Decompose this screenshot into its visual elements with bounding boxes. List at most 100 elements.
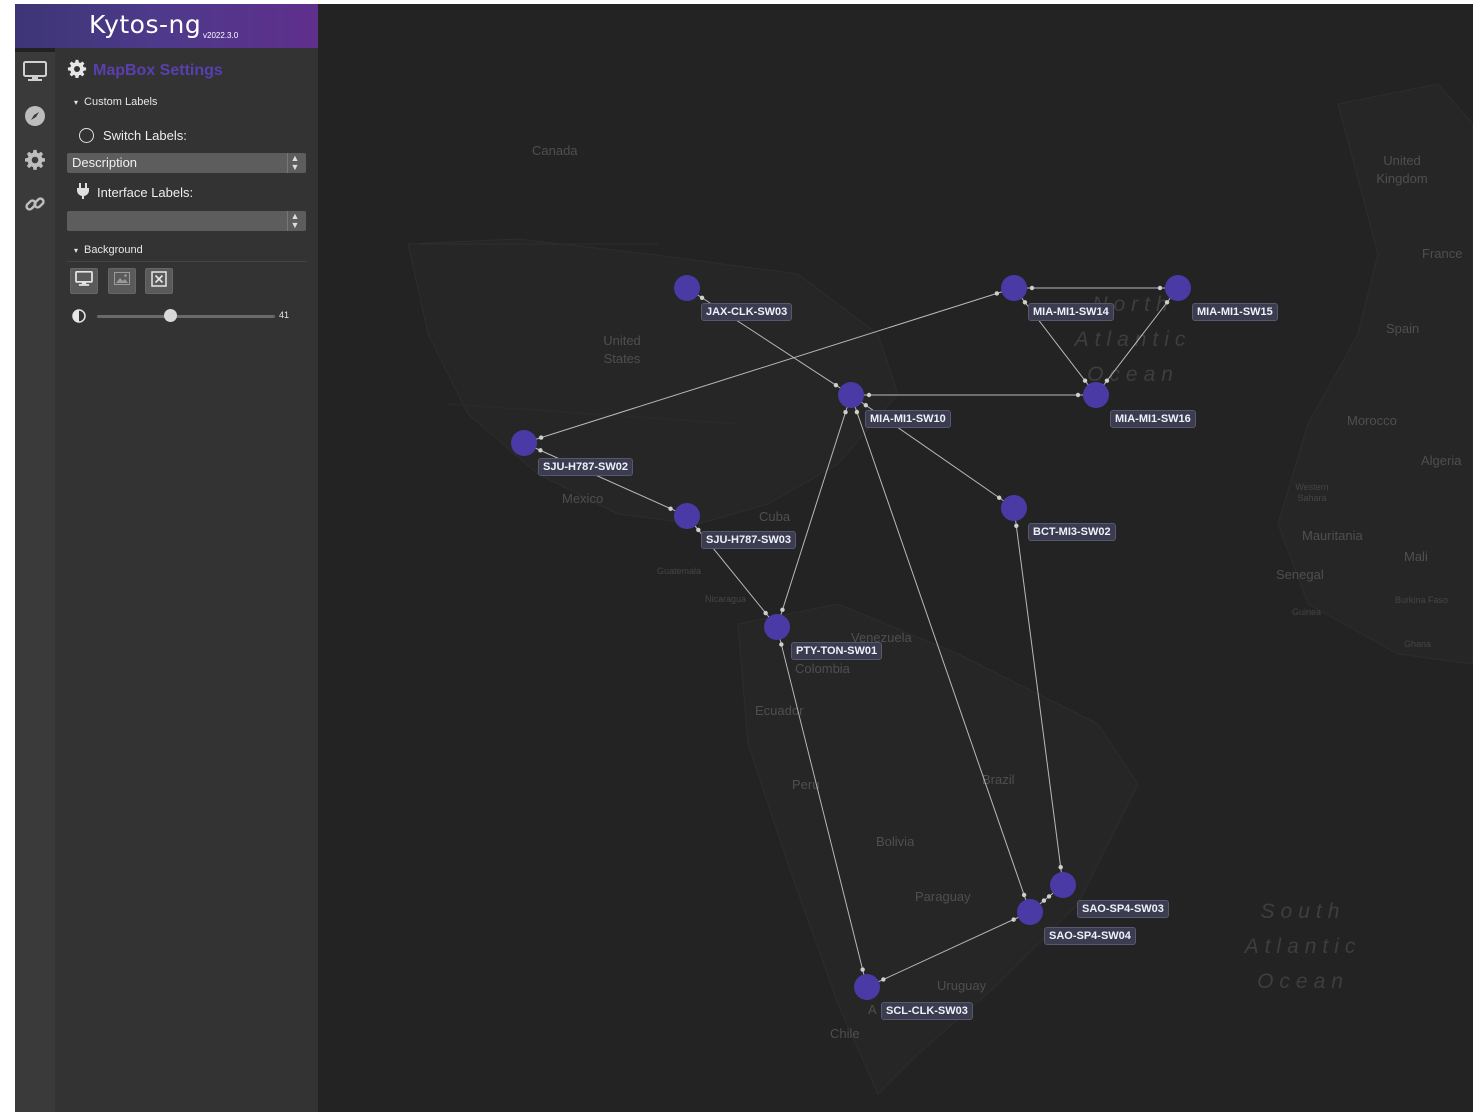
interface-dot[interactable] (1058, 864, 1063, 870)
panel-title: MapBox Settings (93, 62, 223, 79)
interface-dot[interactable] (843, 409, 848, 415)
custom-labels-toggle[interactable]: ▾ Custom Labels (74, 94, 157, 110)
background-image-button[interactable] (108, 268, 136, 294)
compass-icon[interactable] (15, 98, 55, 134)
interface-dot[interactable] (1046, 894, 1052, 899)
switch-label[interactable]: MIA-MI1-SW10 (865, 410, 951, 428)
switch-node[interactable] (511, 430, 537, 456)
link-line[interactable] (776, 626, 868, 988)
background-clear-button[interactable] (145, 268, 173, 294)
interface-dot[interactable] (881, 977, 886, 982)
switch-labels-row: Switch Labels: (79, 125, 187, 145)
interface-dot[interactable] (833, 382, 839, 388)
opacity-slider-handle[interactable] (163, 309, 177, 322)
interface-dot[interactable] (854, 409, 860, 415)
app-window: Kytos-ng v2022.3.0 MapBox Settings ▾ Cus… (15, 4, 1473, 1112)
desktop-icon[interactable] (15, 54, 55, 90)
interface-dot[interactable] (994, 291, 1000, 296)
switch-label[interactable]: JAX-CLK-SW03 (701, 303, 793, 321)
interface-labels-label: Interface Labels: (97, 184, 194, 200)
switch-label[interactable]: MIA-MI1-SW16 (1110, 410, 1196, 428)
background-toggle[interactable]: ▾ Background (74, 242, 143, 258)
switch-label[interactable]: BCT-MI3-SW02 (1028, 523, 1116, 541)
circle-icon (79, 127, 94, 143)
interface-dot[interactable] (1022, 300, 1028, 305)
interface-dot[interactable] (696, 527, 701, 533)
caret-down-icon: ▾ (74, 245, 79, 255)
switch-label[interactable]: MIA-MI1-SW14 (1028, 303, 1114, 321)
interface-dot[interactable] (538, 448, 543, 453)
caret-down-icon: ▾ (74, 97, 79, 107)
link-line[interactable] (1013, 507, 1064, 886)
section-divider (67, 261, 307, 262)
switch-node[interactable] (1001, 495, 1027, 521)
interface-dot[interactable] (1014, 523, 1019, 529)
icon-bar (15, 52, 55, 1112)
switch-node[interactable] (1083, 382, 1109, 408)
settings-panel: MapBox Settings ▾ Custom Labels Switch L… (55, 48, 318, 1112)
interface-labels-row: Interface Labels: (77, 182, 193, 202)
switch-node[interactable] (1165, 275, 1191, 301)
switch-node[interactable] (838, 382, 864, 408)
switch-node[interactable] (674, 275, 700, 301)
panel-header: MapBox Settings (67, 59, 223, 84)
select-arrows-icon: ▲ ▼ (287, 211, 302, 231)
interface-dot[interactable] (538, 435, 544, 440)
switch-node[interactable] (1001, 275, 1027, 301)
switch-label[interactable]: SAO-SP4-SW03 (1077, 900, 1169, 918)
plug-icon (77, 182, 89, 202)
gear-icon (67, 59, 87, 84)
background-desktop-button[interactable] (70, 268, 98, 294)
switch-label[interactable]: PTY-TON-SW01 (791, 642, 883, 660)
interface-dot[interactable] (1164, 300, 1170, 305)
interface-dot[interactable] (863, 403, 868, 408)
switch-node[interactable] (1017, 899, 1043, 925)
links-layer (523, 285, 1179, 988)
interface-dot[interactable] (1075, 392, 1081, 398)
switch-label[interactable]: SCL-CLK-SW03 (881, 1002, 973, 1020)
version-label: v2022.3.0 (203, 31, 239, 40)
switch-node[interactable] (764, 614, 790, 640)
interface-dot[interactable] (779, 642, 784, 647)
switch-node[interactable] (674, 503, 700, 529)
map-canvas[interactable]: Canada United States Mexico Cuba Guatema… (318, 4, 1473, 1112)
switch-label[interactable]: SJU-H787-SW03 (701, 531, 796, 549)
interface-dot[interactable] (1104, 378, 1110, 383)
link-icon[interactable] (15, 186, 55, 222)
interface-dot[interactable] (860, 967, 865, 972)
switch-label[interactable]: SJU-H787-SW02 (538, 458, 633, 476)
interface-dot[interactable] (866, 392, 872, 398)
contrast-icon (72, 309, 86, 328)
switch-node[interactable] (854, 974, 880, 1000)
interface-dot[interactable] (780, 607, 785, 613)
section-heading: Background (84, 244, 143, 256)
opacity-slider[interactable] (97, 315, 275, 318)
interface-labels-select[interactable]: ▲ ▼ (67, 211, 306, 231)
interface-dot[interactable] (1011, 917, 1016, 922)
interface-dot[interactable] (1082, 378, 1088, 383)
interface-dot[interactable] (1021, 892, 1027, 898)
gear-icon[interactable] (15, 142, 55, 178)
interface-dot[interactable] (997, 495, 1002, 500)
link-line[interactable] (523, 442, 688, 517)
switch-label[interactable]: SAO-SP4-SW04 (1044, 927, 1136, 945)
image-icon (114, 272, 130, 290)
link-line[interactable] (866, 911, 1031, 988)
interface-dot[interactable] (668, 506, 673, 511)
switch-labels-value: Description (72, 155, 138, 170)
switch-labels-label: Switch Labels: (103, 127, 187, 143)
select-arrows-icon: ▲ ▼ (287, 153, 302, 173)
interface-dot[interactable] (1157, 285, 1163, 291)
interface-dot[interactable] (1041, 898, 1047, 903)
switch-label[interactable]: MIA-MI1-SW15 (1192, 303, 1278, 321)
switch-labels-select[interactable]: Description ▲ ▼ (67, 153, 306, 173)
interface-dot[interactable] (1029, 285, 1035, 291)
interface-dot[interactable] (763, 610, 768, 616)
logo-bar: Kytos-ng v2022.3.0 (15, 4, 318, 48)
link-line[interactable] (776, 394, 852, 628)
switch-node[interactable] (1050, 872, 1076, 898)
logo: Kytos-ng (89, 10, 202, 39)
interface-dot[interactable] (699, 295, 705, 301)
desktop-icon (75, 270, 93, 292)
close-box-icon (151, 270, 167, 292)
